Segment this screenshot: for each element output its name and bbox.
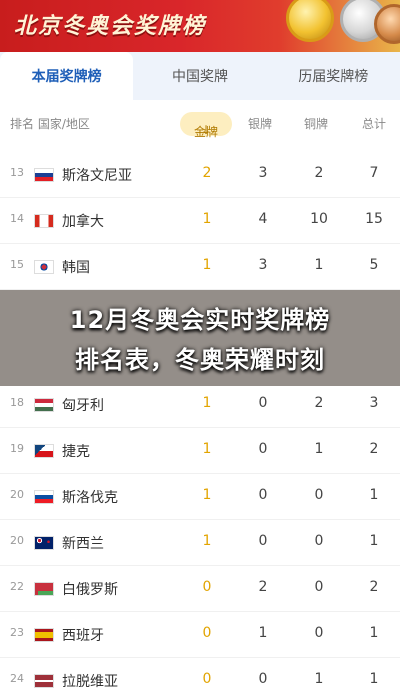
row-rank: 22 xyxy=(10,580,24,593)
row-total: 1 xyxy=(369,625,379,641)
table-row[interactable]: 20 新西兰 1 0 0 1 xyxy=(0,520,400,566)
table-row[interactable]: 15 韩国 1 3 1 5 xyxy=(0,244,400,290)
row-silver: 2 xyxy=(258,579,268,595)
row-gold: 0 xyxy=(202,671,212,687)
header-total[interactable]: 总计 xyxy=(362,115,386,132)
tab-bar: 本届奖牌榜 中国奖牌 历届奖牌榜 xyxy=(0,52,400,100)
row-rank: 14 xyxy=(10,212,24,225)
banner: 北京冬奥会奖牌榜 xyxy=(0,0,400,52)
table-row[interactable]: 13 斯洛文尼亚 2 3 2 7 xyxy=(0,152,400,198)
sort-gold-button[interactable]: 金牌 ↓ xyxy=(180,112,232,139)
caption-line-2: 排名表，冬奥荣耀时刻 xyxy=(75,346,325,374)
table-row[interactable]: 18 匈牙利 1 0 2 3 xyxy=(0,382,400,428)
row-total: 2 xyxy=(369,441,379,457)
row-country: 白俄罗斯 xyxy=(62,582,118,598)
row-gold: 1 xyxy=(202,487,212,503)
header-rank-country: 排名 国家/地区 xyxy=(10,117,90,131)
row-gold: 1 xyxy=(202,533,212,549)
row-country: 西班牙 xyxy=(62,628,104,644)
row-gold: 0 xyxy=(202,625,212,641)
row-rank: 13 xyxy=(10,166,24,179)
slovenia-flag-icon xyxy=(34,168,54,182)
gold-medal-icon xyxy=(286,0,334,42)
row-silver: 0 xyxy=(258,441,268,457)
latvia-flag-icon xyxy=(34,674,54,688)
header-silver[interactable]: 银牌 xyxy=(248,115,272,132)
row-bronze: 10 xyxy=(310,211,328,227)
table-row[interactable]: 24 拉脱维亚 0 0 1 1 xyxy=(0,658,400,691)
row-gold: 1 xyxy=(202,211,212,227)
row-rank: 19 xyxy=(10,442,24,455)
row-total: 7 xyxy=(369,165,379,181)
row-bronze: 0 xyxy=(314,487,324,503)
new-zealand-flag-icon xyxy=(34,536,54,550)
bronze-medal-icon xyxy=(374,4,400,44)
row-bronze: 1 xyxy=(314,441,324,457)
table-row[interactable]: 20 斯洛伐克 1 0 0 1 xyxy=(0,474,400,520)
row-silver: 0 xyxy=(258,487,268,503)
slovakia-flag-icon xyxy=(34,490,54,504)
table-row[interactable]: 14 加拿大 1 4 10 15 xyxy=(0,198,400,244)
row-bronze: 0 xyxy=(314,625,324,641)
row-total: 1 xyxy=(369,671,379,687)
row-rank: 23 xyxy=(10,626,24,639)
table-header: 排名 国家/地区 金牌 ↓ 银牌 铜牌 总计 xyxy=(0,104,400,142)
sort-arrow-icon: ↓ xyxy=(200,123,212,137)
tab-historical-medal-table[interactable]: 历届奖牌榜 xyxy=(267,52,400,100)
row-total: 1 xyxy=(369,533,379,549)
row-rank: 18 xyxy=(10,396,24,409)
row-country: 捷克 xyxy=(62,444,90,460)
row-gold: 1 xyxy=(202,441,212,457)
row-total: 2 xyxy=(369,579,379,595)
row-silver: 0 xyxy=(258,671,268,687)
tab-china-medals[interactable]: 中国奖牌 xyxy=(133,52,266,100)
row-rank: 24 xyxy=(10,672,24,685)
row-bronze: 1 xyxy=(314,257,324,273)
row-silver: 0 xyxy=(258,395,268,411)
row-silver: 4 xyxy=(258,211,268,227)
row-total: 5 xyxy=(369,257,379,273)
row-total: 3 xyxy=(369,395,379,411)
hungary-flag-icon xyxy=(34,398,54,412)
row-country: 匈牙利 xyxy=(62,398,104,414)
row-country: 韩国 xyxy=(62,260,90,276)
row-silver: 3 xyxy=(258,165,268,181)
banner-title: 北京冬奥会奖牌榜 xyxy=(14,14,207,39)
korea-flag-icon xyxy=(34,260,54,274)
header-bronze[interactable]: 铜牌 xyxy=(304,115,328,132)
canada-flag-icon xyxy=(34,214,54,228)
row-gold: 1 xyxy=(202,257,212,273)
row-country: 新西兰 xyxy=(62,536,104,552)
row-country: 斯洛伐克 xyxy=(62,490,118,506)
row-rank: 20 xyxy=(10,488,24,501)
belarus-flag-icon xyxy=(34,582,54,596)
table-row[interactable]: 19 捷克 1 0 1 2 xyxy=(0,428,400,474)
row-gold: 1 xyxy=(202,395,212,411)
row-gold: 2 xyxy=(202,165,212,181)
spain-flag-icon xyxy=(34,628,54,642)
row-country: 拉脱维亚 xyxy=(62,674,118,690)
row-bronze: 2 xyxy=(314,165,324,181)
tab-current-medal-table[interactable]: 本届奖牌榜 xyxy=(0,52,134,100)
row-total: 15 xyxy=(365,211,383,227)
table-row[interactable]: 22 白俄罗斯 0 2 0 2 xyxy=(0,566,400,612)
row-silver: 3 xyxy=(258,257,268,273)
row-bronze: 2 xyxy=(314,395,324,411)
row-bronze: 1 xyxy=(314,671,324,687)
row-rank: 15 xyxy=(10,258,24,271)
row-bronze: 0 xyxy=(314,533,324,549)
row-total: 1 xyxy=(369,487,379,503)
row-gold: 0 xyxy=(202,579,212,595)
row-rank: 20 xyxy=(10,534,24,547)
caption-line-1: 12月冬奥会实时奖牌榜 xyxy=(69,306,331,334)
row-country: 加拿大 xyxy=(62,214,104,230)
row-silver: 0 xyxy=(258,533,268,549)
czech-flag-icon xyxy=(34,444,54,458)
table-row[interactable]: 23 西班牙 0 1 0 1 xyxy=(0,612,400,658)
row-bronze: 0 xyxy=(314,579,324,595)
row-silver: 1 xyxy=(258,625,268,641)
row-country: 斯洛文尼亚 xyxy=(62,168,132,184)
